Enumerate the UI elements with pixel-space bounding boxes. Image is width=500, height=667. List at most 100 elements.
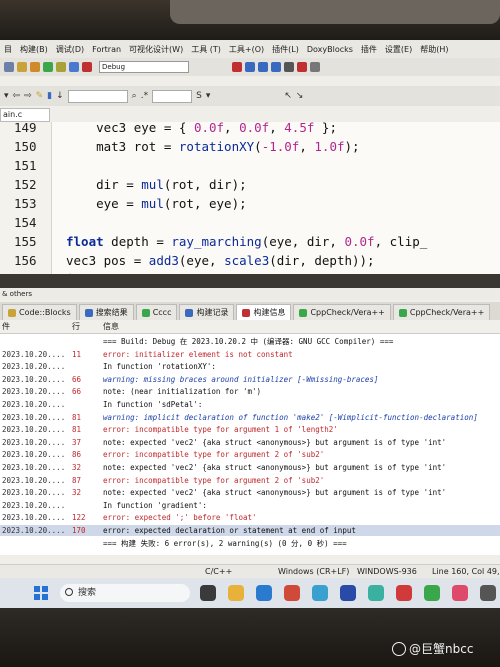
menu-item[interactable]: 构建(B) <box>20 44 48 55</box>
tab-log[interactable]: 构建记录 <box>179 304 235 320</box>
code-editor[interactable]: 149 vec3 eye = { 0.0f, 0.0f, 4.5f }; 150 … <box>0 122 500 274</box>
app-icon[interactable] <box>368 585 384 601</box>
table-row[interactable]: 2023.10.20.... 86 error: incompatible type… <box>0 449 500 460</box>
regex-icon[interactable]: .* <box>141 91 148 101</box>
app-icon[interactable] <box>228 585 244 601</box>
menu-item[interactable]: 帮助(H) <box>420 44 448 55</box>
window-icon[interactable] <box>310 62 320 72</box>
tab-log[interactable]: Code::Blocks <box>2 304 77 320</box>
app-icon[interactable] <box>312 585 328 601</box>
app-icon[interactable] <box>200 585 216 601</box>
app-icon[interactable] <box>396 585 412 601</box>
table-row[interactable]: 2023.10.20.... 37 note: expected 'vec2' {a… <box>0 437 500 448</box>
menu-item[interactable]: 插件(L) <box>272 44 299 55</box>
tab-log[interactable]: Cccc <box>135 304 178 320</box>
table-row[interactable]: 2023.10.20.... 81 error: incompatible type… <box>0 424 500 435</box>
code-line[interactable]: 152 dir = mul(rot, dir); <box>0 175 500 194</box>
app-icon[interactable] <box>340 585 356 601</box>
debug-run-icon[interactable] <box>232 62 242 72</box>
code-line[interactable]: 150 mat3 rot = rotationXY(-1.0f, 1.0f); <box>0 137 500 156</box>
column-header-file[interactable]: 件 <box>2 320 10 334</box>
chevron-down-icon[interactable]: ▾ <box>206 91 211 101</box>
table-row[interactable]: 2023.10.20.... 32 note: expected 'vec2' {a… <box>0 462 500 473</box>
rebuild-icon[interactable] <box>69 62 79 72</box>
code-text[interactable]: vec3 eye = { 0.0f, 0.0f, 4.5f }; <box>66 122 337 137</box>
run-icon[interactable] <box>43 62 53 72</box>
scope-field[interactable] <box>152 89 193 103</box>
start-icon[interactable] <box>34 586 48 600</box>
menu-item[interactable]: 工具+(O) <box>229 44 264 55</box>
column-header-message[interactable]: 信息 <box>103 320 119 334</box>
table-row[interactable]: 2023.10.20.... 32 note: expected 'vec2' {a… <box>0 487 500 498</box>
jump-field[interactable] <box>67 89 128 103</box>
table-row[interactable]: 2023.10.20.... In function 'gradient': <box>0 500 500 511</box>
menu-item[interactable]: 目 <box>4 44 12 55</box>
code-line[interactable]: 151 <box>0 156 500 175</box>
table-row[interactable]: 2023.10.20.... 66 warning: missing braces … <box>0 374 500 385</box>
code-line[interactable]: 153 eye = mul(rot, eye); <box>0 194 500 213</box>
menu-item[interactable]: 工具 (T) <box>191 44 221 55</box>
tab-log[interactable]: 搜索结果 <box>78 304 134 320</box>
menu-item[interactable]: Fortran <box>92 45 121 54</box>
app-icon[interactable] <box>284 585 300 601</box>
code-text[interactable]: vec3 pos = add3(eye, scale3(dir, depth))… <box>66 251 375 270</box>
step-into-icon[interactable] <box>258 62 268 72</box>
code-text[interactable]: mat3 rot = rotationXY(-1.0f, 1.0f); <box>66 137 359 156</box>
table-row[interactable]: 2023.10.20.... 11 error: initializer eleme… <box>0 349 500 360</box>
menu-item[interactable]: 设置(E) <box>385 44 412 55</box>
build-icon[interactable] <box>30 62 40 72</box>
app-icon[interactable] <box>452 585 468 601</box>
step-icon[interactable] <box>245 62 255 72</box>
code-line[interactable]: 156 vec3 pos = add3(eye, scale3(dir, dept… <box>0 251 500 270</box>
menu-item[interactable]: DoxyBlocks <box>307 45 353 54</box>
table-row[interactable]: 2023.10.20.... 66 note: (near initializati… <box>0 386 500 397</box>
build-target-select[interactable]: Debug <box>99 61 189 73</box>
code-line[interactable]: 155 float depth = ray_marching(eye, dir, … <box>0 232 500 251</box>
code-text[interactable]: eye = mul(rot, eye); <box>66 194 247 213</box>
tab-log[interactable]: CppCheck/Vera++ <box>293 304 391 320</box>
pause-icon[interactable] <box>284 62 294 72</box>
table-row[interactable]: 2023.10.20.... In function 'sdPetal': <box>0 399 500 410</box>
debug-stop-icon[interactable] <box>297 62 307 72</box>
code-text[interactable]: float depth = ray_marching(eye, dir, 0.0… <box>66 232 427 251</box>
table-row[interactable]: 2023.10.20.... 87 error: incompatible type… <box>0 475 500 486</box>
table-row[interactable]: 2023.10.20.... 170 error: expected declara… <box>0 525 500 536</box>
column-header-line[interactable]: 行 <box>72 320 80 334</box>
nav-icon[interactable]: ↖ <box>284 91 292 101</box>
tab-icon <box>299 308 308 317</box>
code-line[interactable]: 149 vec3 eye = { 0.0f, 0.0f, 4.5f }; <box>0 122 500 137</box>
stop-icon[interactable] <box>82 62 92 72</box>
tab-log[interactable]: CppCheck/Vera++ <box>392 304 491 320</box>
menu-item[interactable]: 可视化设计(W) <box>129 44 183 55</box>
pane-divider[interactable] <box>0 274 500 288</box>
nav-icon[interactable]: ↘ <box>296 91 304 101</box>
table-row[interactable]: === Build: Debug 在 2023.10.20.2 中 (编译器: … <box>0 336 500 347</box>
bookmark-icon[interactable]: ▮ <box>47 91 52 101</box>
search-icon[interactable] <box>4 62 14 72</box>
taskbar-search[interactable]: 搜索 <box>60 584 190 602</box>
app-icon[interactable] <box>256 585 272 601</box>
tab-log[interactable]: 构建信息 <box>236 304 292 320</box>
table-row[interactable]: 2023.10.20.... In function 'rotationXY': <box>0 361 500 372</box>
logs-tabbar: Code::Blocks 搜索结果 Cccc 构建记录 构建信息 CppCheck/Ver… <box>0 302 500 320</box>
gear-icon[interactable] <box>17 62 27 72</box>
magnify-icon[interactable]: ⌕ <box>132 91 137 101</box>
arrow-icon[interactable]: ↓ <box>56 91 64 101</box>
highlight-icon[interactable]: ✎ <box>36 91 44 101</box>
replace-icon[interactable]: S <box>196 91 202 101</box>
table-row[interactable]: 2023.10.20.... 81 warning: implicit declar… <box>0 412 500 423</box>
menu-item[interactable]: 插件 <box>361 44 377 55</box>
app-icon[interactable] <box>424 585 440 601</box>
arrow-icon[interactable]: ⇨ <box>24 91 32 101</box>
app-icon[interactable] <box>480 585 496 601</box>
build-run-icon[interactable] <box>56 62 66 72</box>
table-row[interactable]: === 构建 失败: 6 error(s), 2 warning(s) (0 分… <box>0 538 500 549</box>
arrow-icon[interactable]: ⇦ <box>13 91 21 101</box>
step-out-icon[interactable] <box>271 62 281 72</box>
menu-item[interactable]: 调试(D) <box>56 44 84 55</box>
chevron-down-icon[interactable]: ▾ <box>4 91 9 101</box>
editor-file-tab[interactable]: ain.c <box>0 108 50 122</box>
code-text[interactable]: dir = mul(rot, dir); <box>66 175 247 194</box>
code-line[interactable]: 154 <box>0 213 500 232</box>
table-row[interactable]: 2023.10.20.... 122 error: expected ';' bef… <box>0 512 500 523</box>
